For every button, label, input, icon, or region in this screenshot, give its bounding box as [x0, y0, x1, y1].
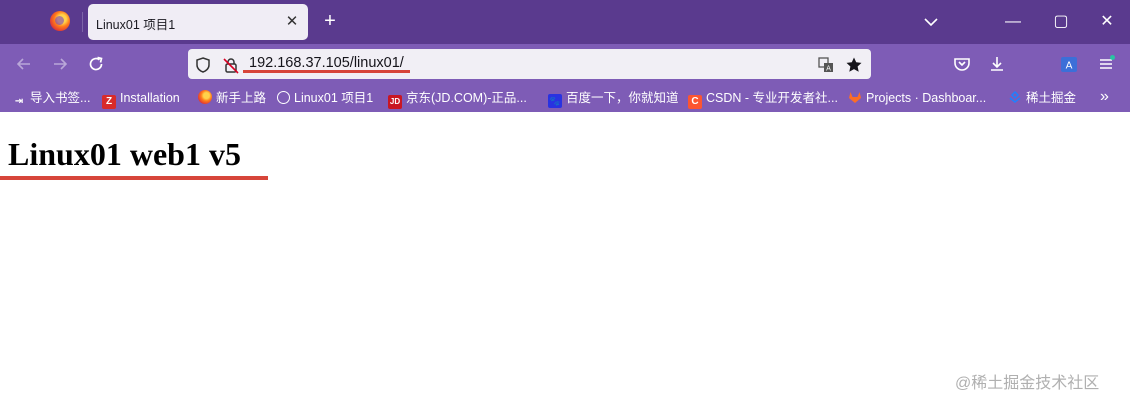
translate-extension-icon[interactable]: A	[1058, 53, 1080, 75]
z-icon: Z	[102, 95, 116, 109]
bookmark-import[interactable]: ⇥ 导入书签...	[12, 89, 91, 107]
translate-icon[interactable]: A	[817, 56, 835, 74]
svg-text:A: A	[826, 65, 831, 73]
globe-icon	[277, 91, 290, 104]
insecure-lock-icon[interactable]	[222, 56, 240, 74]
csdn-icon: C	[688, 95, 702, 109]
bookmark-label: 导入书签...	[30, 91, 91, 105]
bookmark-label: 稀土掘金	[1026, 91, 1077, 105]
bookmark-label: CSDN - 专业开发者社...	[706, 91, 838, 105]
bookmark-installation[interactable]: Z Installation	[102, 89, 180, 109]
new-tab-button[interactable]: +	[318, 10, 342, 34]
heading-highlight-underline	[0, 176, 268, 180]
bookmark-baidu[interactable]: 🐾 百度一下，你就知道	[548, 89, 679, 108]
address-bar[interactable]: 192.168.37.105/linux01/ A	[188, 49, 871, 79]
bookmark-gitlab[interactable]: Projects · Dashboar...	[848, 89, 986, 107]
bookmark-star-icon[interactable]	[845, 56, 863, 74]
tab-close-icon[interactable]: ✕	[283, 13, 301, 31]
watermark: @稀土掘金技术社区	[955, 375, 1100, 392]
forward-arrow-icon[interactable]	[49, 53, 71, 75]
close-window-button[interactable]: ✕	[1095, 10, 1119, 34]
tab-separator	[82, 12, 83, 32]
bookmark-label: Installation	[120, 91, 180, 105]
bookmark-label: 百度一下，你就知道	[566, 91, 679, 105]
import-icon: ⇥	[14, 96, 24, 107]
bookmark-linux01[interactable]: Linux01 项目1	[277, 89, 373, 107]
reload-icon[interactable]	[85, 53, 107, 75]
url-text[interactable]: 192.168.37.105/linux01/	[249, 55, 404, 71]
baidu-icon: 🐾	[548, 94, 562, 108]
page-heading: Linux01 web1 v5	[8, 136, 241, 172]
jd-icon: JD	[388, 95, 402, 109]
shield-icon[interactable]	[194, 56, 212, 74]
tab-strip: Linux01 项目1 ✕ + — ▢ ✕	[0, 0, 1130, 44]
pocket-icon[interactable]	[951, 53, 973, 75]
url-highlight-underline	[243, 70, 410, 73]
juejin-icon	[1009, 90, 1021, 103]
bookmark-getting-started[interactable]: 新手上路	[198, 89, 266, 107]
download-icon[interactable]	[986, 53, 1008, 75]
tab-active[interactable]: Linux01 项目1 ✕	[88, 4, 308, 40]
back-arrow-icon[interactable]	[13, 53, 35, 75]
chevron-down-icon[interactable]	[921, 12, 941, 32]
tab-title: Linux01 项目1	[96, 18, 176, 32]
firefox-logo-icon[interactable]	[50, 11, 70, 31]
bookmark-csdn[interactable]: C CSDN - 专业开发者社...	[688, 89, 838, 109]
bookmarks-toolbar: ⇥ 导入书签... Z Installation 新手上路 Linux01 项目1 …	[0, 84, 1130, 112]
menu-icon[interactable]	[1095, 53, 1117, 75]
gitlab-icon	[849, 92, 861, 103]
maximize-button[interactable]: ▢	[1049, 10, 1073, 34]
bookmark-label: Projects · Dashboar...	[866, 91, 987, 105]
bookmark-label: 京东(JD.COM)-正品...	[406, 91, 527, 105]
svg-text:A: A	[1066, 61, 1073, 72]
firefox-icon	[198, 90, 212, 104]
minimize-button[interactable]: —	[1001, 10, 1025, 34]
bookmark-jd[interactable]: JD 京东(JD.COM)-正品...	[388, 89, 527, 109]
nav-toolbar: 192.168.37.105/linux01/ A A	[0, 44, 1130, 84]
more-bookmarks-icon[interactable]: »	[1100, 88, 1109, 106]
bookmark-label: Linux01 项目1	[294, 91, 374, 105]
bookmark-label: 新手上路	[216, 91, 267, 105]
bookmark-juejin[interactable]: 稀土掘金	[1008, 89, 1076, 107]
